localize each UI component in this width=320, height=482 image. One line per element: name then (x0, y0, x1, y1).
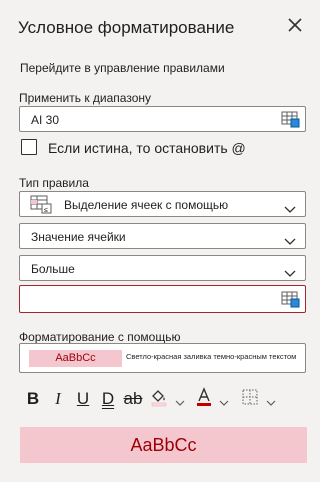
bold-button[interactable]: B (23, 388, 43, 410)
stop-if-true-checkbox[interactable] (21, 139, 37, 155)
rule-type-selected: Выделение ячеек с помощью (64, 198, 229, 212)
borders-icon (241, 388, 259, 411)
manage-rules-link[interactable]: Перейдите в управление правилами (20, 61, 225, 75)
font-color-dropdown[interactable] (219, 394, 229, 406)
svg-text:≤: ≤ (44, 207, 48, 214)
fill-color-icon (149, 387, 169, 412)
strikethrough-button[interactable]: ab (121, 388, 145, 410)
font-color-icon (194, 386, 214, 412)
format-description: Светло-красная заливка темно-красным тек… (126, 352, 297, 361)
double-underline-glyph: D (101, 389, 115, 408)
bold-glyph: B (26, 389, 40, 408)
borders-dropdown[interactable] (266, 394, 276, 406)
double-underline-button[interactable]: D (98, 388, 118, 410)
font-color-button[interactable] (193, 386, 215, 412)
condition-operand-selected: Значение ячейки (31, 230, 126, 244)
condition-operator-selected: Больше (31, 262, 75, 276)
chevron-down-icon (284, 265, 296, 277)
range-select-icon[interactable] (281, 291, 300, 308)
rule-type-label: Тип правила (19, 176, 89, 190)
panel-title: Условное форматирование (18, 18, 235, 37)
apply-to-range-value: AI 30 (31, 113, 60, 127)
strikethrough-glyph: ab (123, 389, 143, 408)
range-select-icon[interactable] (281, 111, 300, 128)
apply-to-range-input[interactable]: AI 30 (19, 106, 306, 132)
italic-button[interactable]: I (48, 388, 68, 410)
fill-color-button[interactable] (148, 388, 170, 410)
underline-glyph: U (76, 389, 90, 408)
underline-button[interactable]: U (73, 388, 93, 410)
format-sample-swatch: AaBbCc (29, 350, 122, 367)
borders-button[interactable] (239, 388, 261, 410)
fill-color-dropdown[interactable] (175, 394, 185, 406)
format-preset-dropdown[interactable]: AaBbCc Светло-красная заливка темно-крас… (19, 343, 306, 373)
format-preview: AaBbCc (20, 427, 307, 463)
chevron-down-icon (284, 233, 296, 245)
highlight-cells-rule-icon: ≤ (30, 195, 52, 214)
condition-value-input[interactable] (19, 285, 306, 313)
rule-type-dropdown[interactable]: ≤ Выделение ячеек с помощью (19, 191, 306, 217)
apply-to-range-label: Применить к диапазону (19, 91, 152, 105)
stop-if-true-label: Если истина, то остановить @ (48, 140, 246, 156)
format-with-label: Форматирование с помощью (19, 330, 181, 344)
close-icon[interactable] (284, 14, 306, 36)
italic-glyph: I (55, 389, 61, 408)
chevron-down-icon (284, 201, 296, 213)
condition-operator-dropdown[interactable]: Больше (19, 255, 306, 281)
condition-operand-dropdown[interactable]: Значение ячейки (19, 223, 306, 249)
